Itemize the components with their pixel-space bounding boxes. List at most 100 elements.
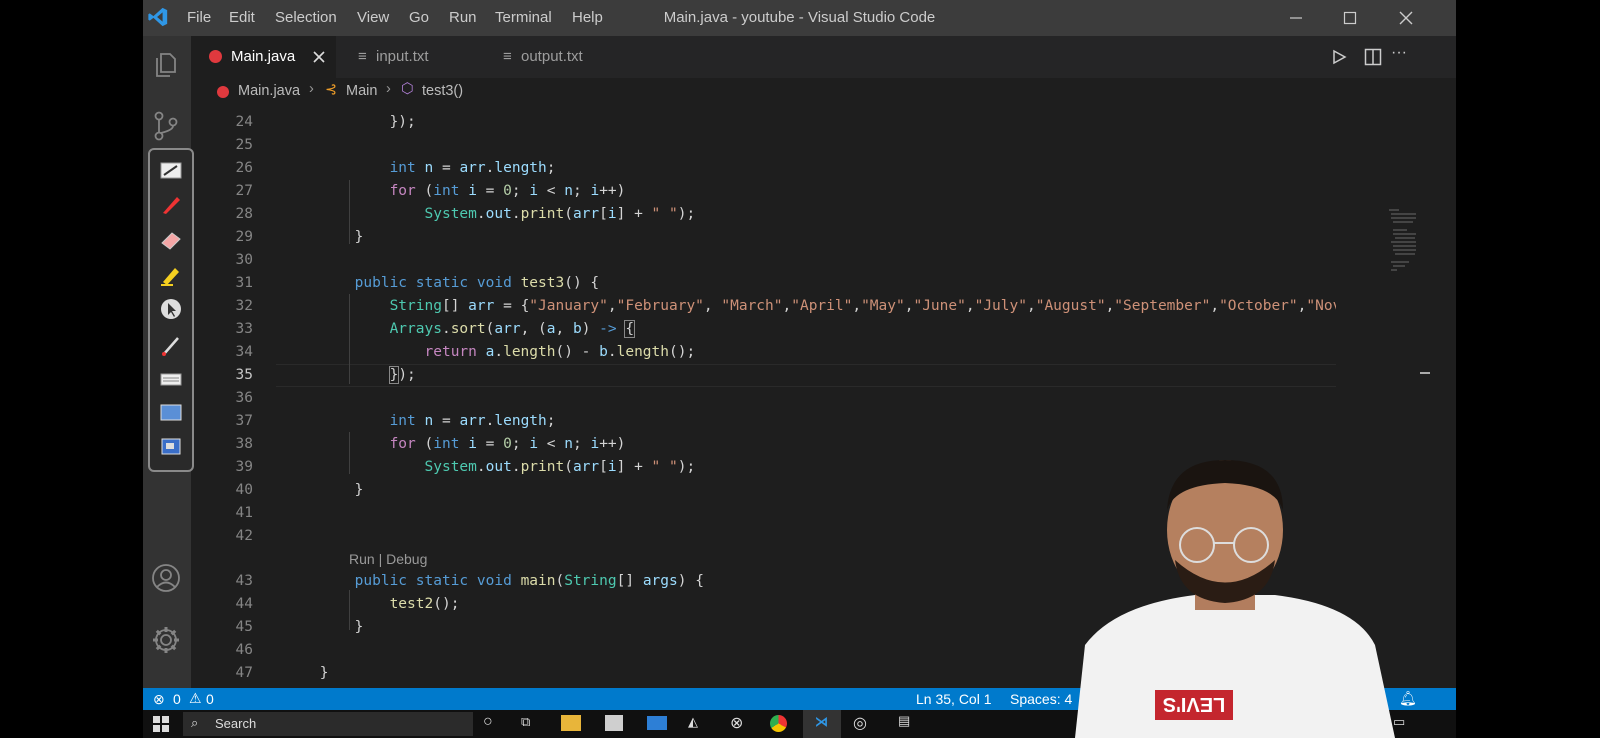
taskbar-search-box[interactable]: ⌕ Search — [183, 712, 473, 736]
tab-label: input.txt — [376, 48, 429, 65]
code-line-35: }); — [388, 366, 416, 384]
maximize-button[interactable] — [1335, 6, 1365, 30]
error-count[interactable]: 0 — [173, 691, 181, 707]
line-number: 31 — [235, 275, 253, 291]
app-icon[interactable]: ◭ — [688, 714, 698, 730]
file-explorer-icon[interactable] — [561, 715, 581, 731]
close-tab-icon[interactable] — [312, 50, 326, 64]
webcam-presenter-image: LEVI'S — [1075, 460, 1395, 738]
code-line-39: System.out.print(arr[i] + " "); — [424, 459, 696, 475]
line-number: 40 — [235, 482, 253, 498]
line-number: 36 — [235, 390, 253, 406]
breadcrumb: Main.java › ⊰ Main › ⬡ test3() — [191, 78, 1456, 108]
breadcrumb-file[interactable]: Main.java — [238, 83, 300, 99]
pen-icon[interactable] — [159, 194, 183, 216]
svg-text:LEVI'S: LEVI'S — [1163, 693, 1226, 715]
cursor-position[interactable]: Ln 35, Col 1 — [916, 691, 992, 707]
close-window-button[interactable] — [1391, 6, 1421, 30]
code-line-44: test2(); — [389, 596, 460, 612]
tab-input-txt[interactable]: ≡ input.txt — [336, 36, 481, 78]
code-line-45: } — [311, 619, 364, 635]
code-line-24: }); — [311, 114, 416, 130]
cortana-icon[interactable]: ○ — [483, 713, 493, 731]
warning-icon[interactable]: ⚠ — [189, 690, 202, 707]
scrollbar-marker — [1420, 372, 1430, 374]
windows-start-icon[interactable] — [153, 716, 169, 732]
gear-icon[interactable] — [150, 624, 182, 656]
code-line-40: } — [311, 482, 364, 498]
line-number: 44 — [235, 596, 253, 612]
source-control-icon[interactable] — [151, 110, 181, 142]
maximize-icon — [1343, 11, 1357, 25]
code-line-43: public static void main(String[] args) { — [354, 573, 704, 589]
split-editor-icon[interactable] — [1364, 48, 1382, 66]
laser-pen-icon[interactable] — [159, 334, 183, 356]
tab-output-txt[interactable]: ≡ output.txt — [481, 36, 626, 78]
code-line-32: String[] arr = {"January","February", "M… — [389, 298, 1336, 314]
line-number: 39 — [235, 459, 253, 475]
line-number: 29 — [235, 229, 253, 245]
line-number: 42 — [235, 528, 253, 544]
chat-icon[interactable]: ▤ — [898, 713, 910, 729]
run-icon[interactable] — [1331, 49, 1347, 65]
screen-capture-icon[interactable] — [159, 436, 183, 458]
vscode-taskbar-icon[interactable]: ⋊ — [803, 710, 841, 738]
tab-main-java[interactable]: Main.java — [191, 36, 336, 78]
line-number: 34 — [235, 344, 253, 360]
highlighter-icon[interactable] — [159, 264, 183, 286]
codelens-run-debug[interactable]: Run | Debug — [349, 551, 427, 567]
tab-label: Main.java — [231, 48, 296, 65]
obs-icon[interactable]: ◎ — [853, 713, 867, 733]
keyboard-icon[interactable] — [159, 368, 183, 390]
line-number: 43 — [235, 573, 253, 589]
xbox-icon[interactable]: ⊗ — [730, 713, 743, 733]
code-line-33: Arrays.sort(arr, (a, b) -> { — [389, 320, 636, 338]
error-icon[interactable]: ⊗ — [153, 691, 165, 708]
search-icon: ⌕ — [191, 715, 199, 730]
pointer-icon[interactable] — [159, 298, 183, 320]
task-view-icon[interactable]: ⧉ — [521, 714, 530, 730]
vscode-icon: ⋊ — [815, 714, 828, 729]
line-number: 37 — [235, 413, 253, 429]
whiteboard-icon[interactable] — [159, 160, 183, 182]
code-line-28: System.out.print(arr[i] + " "); — [424, 206, 696, 222]
tab-label: output.txt — [521, 48, 583, 65]
notifications-icon[interactable]: 🔔︎ — [1399, 690, 1417, 707]
title-bar: File Edit Selection View Go Run Terminal… — [143, 0, 1456, 36]
java-icon — [209, 50, 222, 63]
window-title: Main.java - youtube - Visual Studio Code — [663, 9, 936, 26]
minimize-button[interactable] — [1281, 6, 1311, 30]
annotation-toolbar — [148, 148, 194, 472]
line-number: 41 — [235, 505, 253, 521]
line-number: 33 — [235, 321, 253, 337]
scrollbar-track[interactable] — [1416, 108, 1456, 688]
indentation-setting[interactable]: Spaces: 4 — [1010, 691, 1072, 707]
eraser-icon[interactable] — [159, 229, 183, 251]
line-number: 32 — [235, 298, 253, 314]
breadcrumb-method[interactable]: test3() — [422, 83, 463, 99]
line-number: 30 — [235, 252, 253, 268]
code-line-29: } — [311, 229, 364, 245]
screen-icon[interactable] — [159, 402, 183, 424]
code-line-37: int n = arr.length; — [389, 413, 556, 429]
code-line-38: for (int i = 0; i < n; i++) — [389, 436, 626, 452]
text-file-icon: ≡ — [503, 48, 512, 65]
line-number: 25 — [235, 137, 253, 153]
store-icon[interactable] — [605, 715, 623, 731]
java-icon — [217, 86, 229, 98]
accounts-icon[interactable] — [150, 562, 182, 594]
code-line-31: public static void test3() { — [354, 275, 600, 291]
warning-count[interactable]: 0 — [206, 691, 214, 707]
text-file-icon: ≡ — [358, 48, 367, 65]
chrome-icon[interactable] — [770, 715, 787, 732]
more-actions-icon[interactable]: ··· — [1391, 44, 1407, 62]
breadcrumb-class[interactable]: Main — [346, 83, 377, 99]
line-number-active: 35 — [235, 367, 253, 383]
line-number: 28 — [235, 206, 253, 222]
close-icon — [1399, 11, 1413, 25]
mail-icon[interactable] — [647, 716, 667, 730]
code-line-27: for (int i = 0; i < n; i++) — [389, 183, 626, 199]
code-line-34: return a.length() - b.length(); — [424, 344, 696, 360]
line-number: 47 — [235, 665, 253, 681]
explorer-icon[interactable] — [151, 50, 181, 80]
